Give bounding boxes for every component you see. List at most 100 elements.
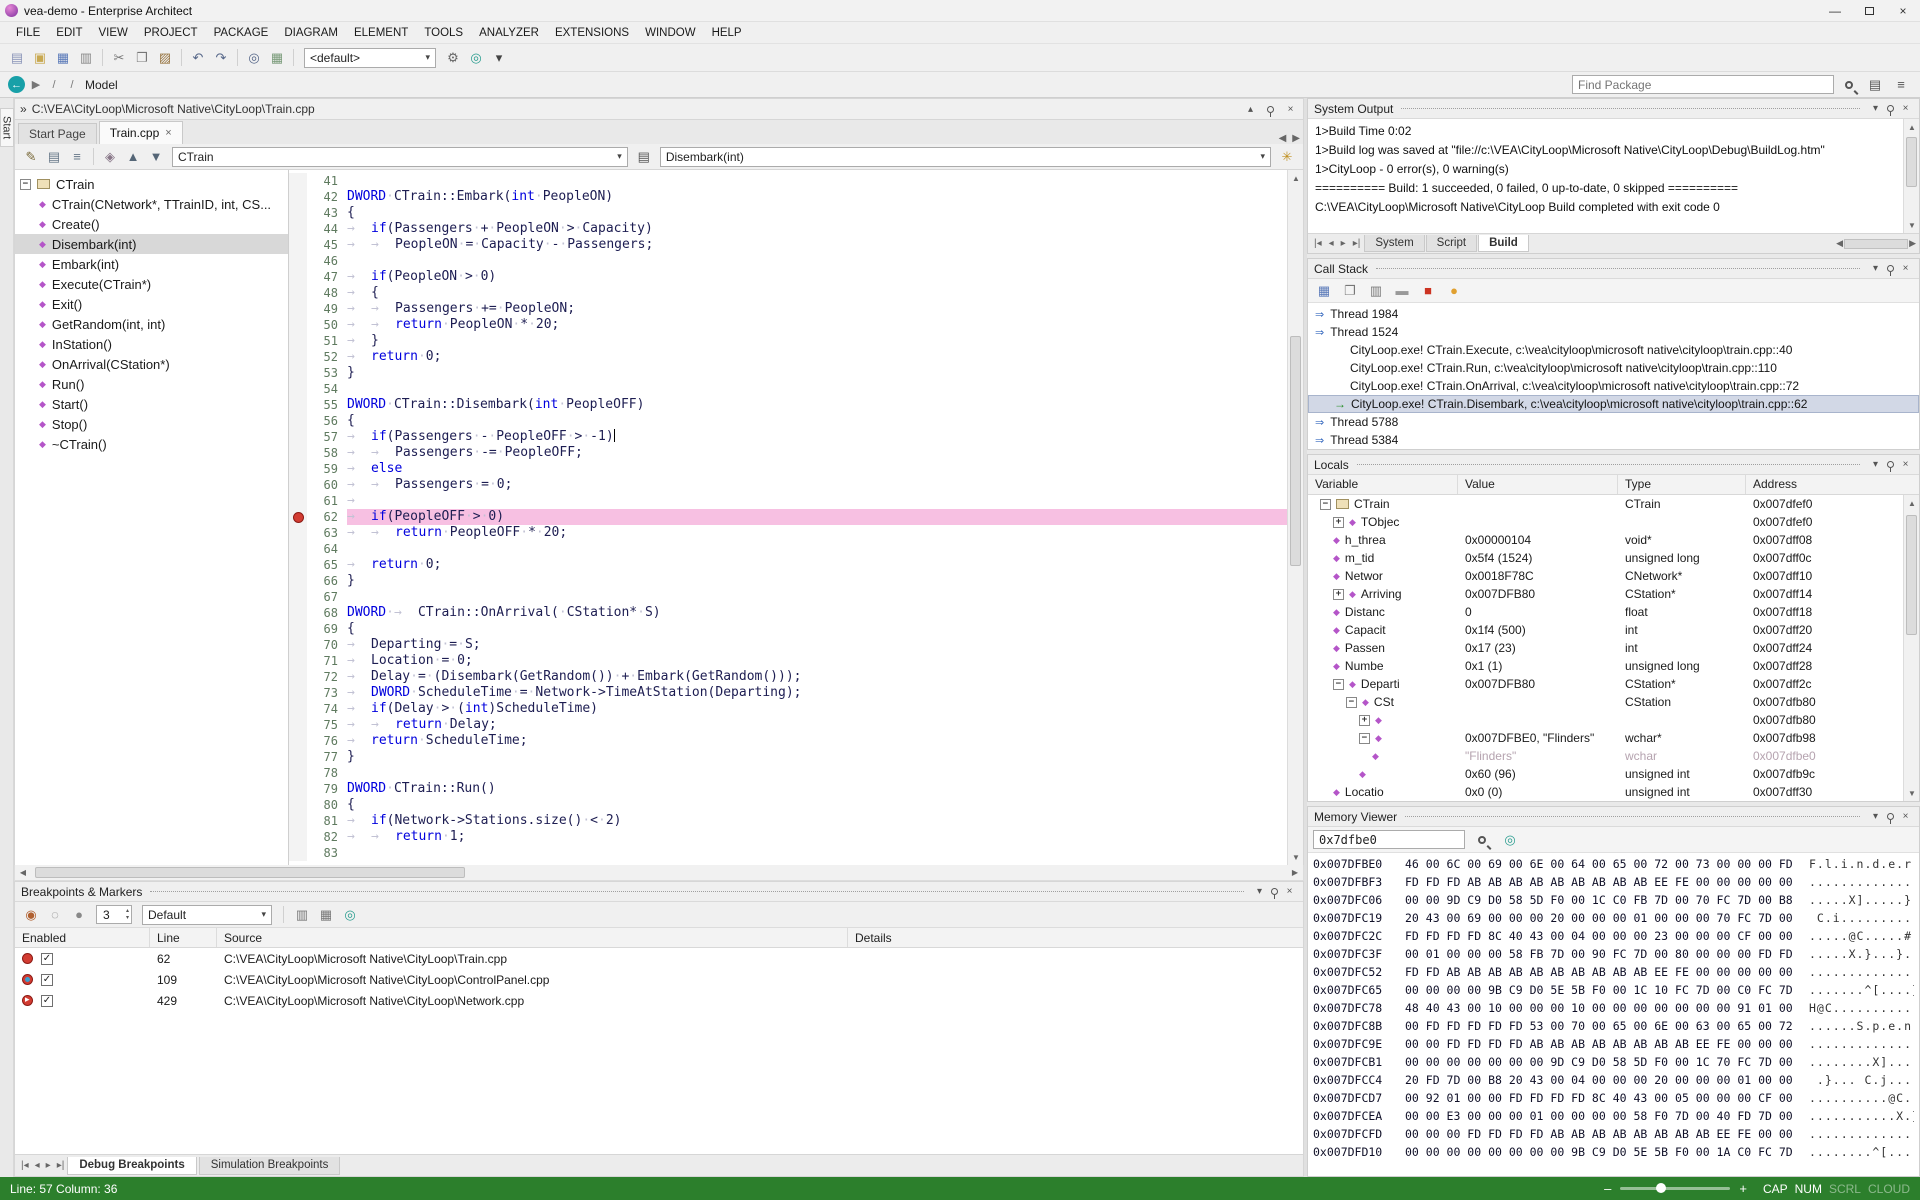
breakpoint-margin[interactable]	[289, 765, 307, 781]
memory-row[interactable]: 0x007DFCEA00 00 E3 00 00 00 01 00 00 00 …	[1313, 1107, 1914, 1125]
pin-icon[interactable]	[1267, 888, 1282, 895]
chevron-down-icon[interactable]: ▾	[1868, 263, 1883, 274]
scroll-right-icon[interactable]: ▶	[1287, 865, 1303, 881]
code-line[interactable]: 60→→Passengers·=·0;	[289, 477, 1287, 493]
locals-row[interactable]: ◆0x60 (96)unsigned int0x007dfb9c	[1308, 765, 1903, 783]
breakpoint-margin[interactable]	[289, 525, 307, 541]
breakpoint-margin[interactable]	[289, 397, 307, 413]
code-line[interactable]: 53}	[289, 365, 1287, 381]
close-panel-icon[interactable]: ×	[1898, 459, 1913, 470]
close-document-icon[interactable]: ×	[1283, 104, 1298, 115]
tree-expander-icon[interactable]: +	[1333, 517, 1344, 528]
breakpoint-checkbox[interactable]: ✓	[41, 995, 53, 1007]
call-stack-thread[interactable]: ⇒Thread 5788	[1308, 413, 1919, 431]
find-in-tree-icon[interactable]: ◈	[99, 146, 121, 168]
breakpoint-row[interactable]: ✓109C:\VEA\CityLoop\Microsoft Native\Cit…	[15, 969, 1303, 990]
scroll-up-icon[interactable]: ▲	[1904, 495, 1919, 511]
locals-row[interactable]: ◆Distanc0float0x007dff18	[1308, 603, 1903, 621]
locals-row[interactable]: −◆0x007DFBE0, "Flinders"wchar*0x007dfb98	[1308, 729, 1903, 747]
save-icon[interactable]: ▦	[52, 47, 74, 69]
call-stack-thread[interactable]: ⇒Thread 5384	[1308, 431, 1919, 449]
breakpoint-icon[interactable]	[22, 974, 33, 985]
collapse-icon[interactable]: ▴	[1243, 104, 1258, 115]
code-line[interactable]: 43{	[289, 205, 1287, 221]
scroll-thumb[interactable]	[1290, 336, 1301, 566]
code-line[interactable]: 54	[289, 381, 1287, 397]
tab-simulation-breakpoints[interactable]: Simulation Breakpoints	[199, 1157, 341, 1175]
save-stack-icon[interactable]: ▦	[1313, 280, 1335, 302]
column-variable[interactable]: Variable	[1308, 475, 1458, 494]
menu-element[interactable]: ELEMENT	[346, 24, 416, 42]
breakpoint-margin[interactable]	[289, 221, 307, 237]
scroll-up-icon[interactable]: ▲	[1288, 170, 1303, 186]
breakpoint-margin[interactable]	[289, 653, 307, 669]
class-combo[interactable]: CTrain ▾	[172, 147, 628, 167]
find-package-input[interactable]	[1572, 75, 1834, 94]
refresh-icon[interactable]: ◎	[1499, 829, 1521, 851]
delete-breakpoints-icon[interactable]: ◌	[44, 904, 66, 926]
memory-row[interactable]: 0x007DFBF3FD FD FD AB AB AB AB AB AB AB …	[1313, 873, 1914, 891]
tree-item[interactable]: ◆OnArrival(CStation*)	[15, 354, 288, 374]
locals-row[interactable]: ◆Capacit0x1f4 (500)int0x007dff20	[1308, 621, 1903, 639]
tab-debug-breakpoints[interactable]: Debug Breakpoints	[67, 1157, 196, 1175]
breakpoint-margin[interactable]	[289, 237, 307, 253]
menu-view[interactable]: VIEW	[91, 24, 136, 42]
locals-row[interactable]: −◆CStCStation0x007dfb80	[1308, 693, 1903, 711]
search-icon[interactable]	[1838, 74, 1860, 96]
close-button[interactable]: ×	[1886, 0, 1920, 21]
breakpoint-margin[interactable]	[289, 797, 307, 813]
tab-train-cpp[interactable]: Train.cpp ×	[99, 121, 183, 144]
scroll-right-icon[interactable]: ▶	[1909, 238, 1916, 249]
tree-item[interactable]: ◆Disembark(int)	[15, 234, 288, 254]
breakpoint-margin[interactable]	[289, 317, 307, 333]
memory-row[interactable]: 0x007DFC1920 43 00 69 00 00 00 20 00 00 …	[1313, 909, 1914, 927]
menu-help[interactable]: HELP	[704, 24, 750, 42]
breakpoint-margin[interactable]	[289, 845, 307, 861]
menu-edit[interactable]: EDIT	[48, 24, 90, 42]
zoom-icon[interactable]: ◎	[243, 47, 265, 69]
new-file-icon[interactable]: ▤	[6, 47, 28, 69]
close-panel-icon[interactable]: ×	[1898, 811, 1913, 822]
breakpoint-margin[interactable]	[289, 173, 307, 189]
breakpoint-margin[interactable]	[289, 461, 307, 477]
breakpoint-icon[interactable]	[293, 512, 304, 523]
menu-window[interactable]: WINDOW	[637, 24, 703, 42]
layers-icon[interactable]: ▤	[1864, 74, 1886, 96]
zoom-slider-thumb[interactable]	[1656, 1183, 1666, 1193]
breakpoint-margin[interactable]	[289, 205, 307, 221]
column-line[interactable]: Line	[150, 928, 217, 947]
code-line[interactable]: 74→if(Delay·>·(int)ScheduleTime)	[289, 701, 1287, 717]
undo-icon[interactable]: ↶	[187, 47, 209, 69]
menu-project[interactable]: PROJECT	[136, 24, 206, 42]
code-line[interactable]: 56{	[289, 413, 1287, 429]
toolbar-dropdown-icon[interactable]: ▾	[488, 47, 510, 69]
breakpoint-margin[interactable]	[289, 669, 307, 685]
tree-expander-icon[interactable]: −	[1346, 697, 1357, 708]
breakpoint-margin[interactable]	[289, 573, 307, 589]
zoom-slider[interactable]	[1620, 1187, 1730, 1190]
search-icon[interactable]	[1471, 829, 1493, 851]
structure-icon[interactable]: ▤	[43, 146, 65, 168]
gear-icon[interactable]: ⚙	[442, 47, 464, 69]
locals-row[interactable]: ◆Passen0x17 (23)int0x007dff24	[1308, 639, 1903, 657]
output-scrollbar[interactable]: ▲ ▼	[1903, 119, 1919, 233]
menu-analyzer[interactable]: ANALYZER	[471, 24, 547, 42]
breakpoint-margin[interactable]	[289, 301, 307, 317]
forward-button[interactable]: ▶	[29, 78, 43, 91]
outline-icon[interactable]: ≡	[66, 146, 88, 168]
disable-breakpoints-icon[interactable]: ●	[68, 904, 90, 926]
code-line[interactable]: 77}	[289, 749, 1287, 765]
tree-item[interactable]: ◆Create()	[15, 214, 288, 234]
system-output-log[interactable]: 1>Build Time 0:021>Build log was saved a…	[1308, 119, 1903, 233]
call-stack-frame[interactable]: CityLoop.exe! CTrain.OnArrival, c:\vea\c…	[1308, 377, 1919, 395]
breakpoint-margin[interactable]	[289, 493, 307, 509]
memory-row[interactable]: 0x007DFC6500 00 00 00 9B C9 D0 5E 5B F0 …	[1313, 981, 1914, 999]
code-line[interactable]: 42DWORD·CTrain::Embark(int·PeopleON)	[289, 189, 1287, 205]
layout-icon[interactable]: ▦	[315, 904, 337, 926]
locals-row[interactable]: +◆TObjec0x007dfef0	[1308, 513, 1903, 531]
locals-row[interactable]: −CTrainCTrain0x007dfef0	[1308, 495, 1903, 513]
breakpoint-margin[interactable]	[289, 541, 307, 557]
tree-expander-icon[interactable]: −	[1320, 499, 1331, 510]
code-line[interactable]: 66}	[289, 573, 1287, 589]
tree-expander-icon[interactable]: −	[20, 179, 31, 190]
